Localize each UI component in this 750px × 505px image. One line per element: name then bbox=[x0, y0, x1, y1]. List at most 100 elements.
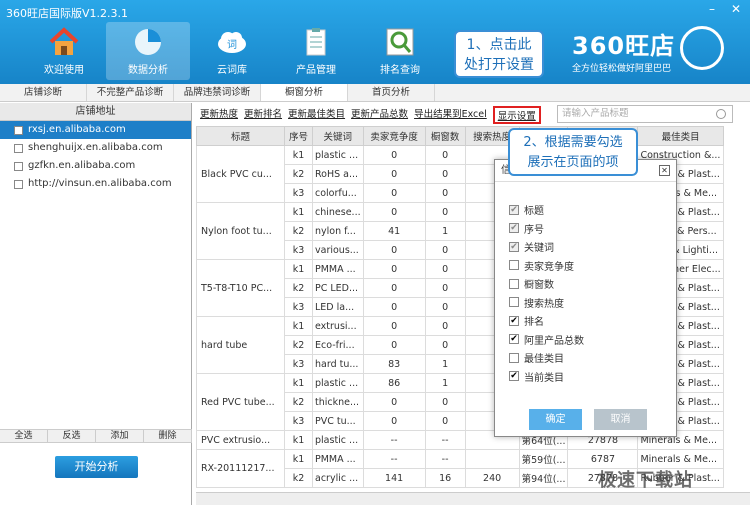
store-url: gzfkn.en.alibaba.com bbox=[28, 160, 136, 171]
horizontal-scrollbar[interactable] bbox=[196, 492, 750, 505]
store-action-button[interactable]: 添加 bbox=[96, 430, 144, 442]
nav-pie-chart[interactable]: 数据分析 bbox=[106, 22, 190, 80]
option-6[interactable]: ✔ 排名 bbox=[509, 313, 544, 328]
option-checkbox[interactable] bbox=[509, 352, 519, 363]
option-checkbox[interactable]: ✔ bbox=[509, 204, 519, 215]
table-cell: thickne... bbox=[312, 392, 364, 412]
toolbar-link[interactable]: 更新最佳类目 bbox=[288, 106, 345, 124]
table-cell: 86 bbox=[362, 373, 426, 393]
store-action-button[interactable]: 反选 bbox=[48, 430, 96, 442]
store-action-button[interactable]: 删除 bbox=[144, 430, 192, 442]
nav-cloud[interactable]: 词云词库 bbox=[190, 22, 274, 80]
ok-button[interactable]: 确定 bbox=[529, 409, 582, 430]
column-header[interactable]: 橱窗数 bbox=[424, 126, 466, 146]
table-cell: -- bbox=[424, 449, 466, 469]
option-4[interactable]: 橱窗数 bbox=[509, 276, 554, 291]
option-2[interactable]: ✔ 关键词 bbox=[509, 239, 554, 254]
table-cell: 第94位(... bbox=[518, 468, 569, 488]
column-header[interactable]: 卖家竞争度 bbox=[362, 126, 426, 146]
display-settings-link[interactable]: 显示设置 bbox=[492, 106, 541, 124]
tab-2[interactable]: 品牌违禁词诊断 bbox=[174, 84, 261, 101]
option-checkbox[interactable] bbox=[509, 278, 519, 289]
toolbar-link[interactable]: 更新产品总数 bbox=[351, 106, 408, 124]
svg-text:词: 词 bbox=[227, 39, 237, 51]
nav-home[interactable]: 欢迎使用 bbox=[22, 22, 106, 80]
store-item[interactable]: rxsj.en.alibaba.com bbox=[0, 121, 191, 139]
product-search-input[interactable]: 请输入产品标题 bbox=[557, 105, 733, 123]
option-checkbox[interactable]: ✔ bbox=[509, 334, 519, 344]
logo-slogan: 全方位轻松做好阿里巴巴 bbox=[572, 64, 672, 74]
table-cell: acrylic ... bbox=[312, 468, 364, 488]
option-checkbox[interactable] bbox=[509, 260, 519, 270]
option-3[interactable]: 卖家竞争度 bbox=[509, 258, 574, 273]
option-checkbox[interactable]: ✔ bbox=[509, 315, 519, 326]
store-item[interactable]: http://vinsun.en.alibaba.com bbox=[0, 175, 191, 193]
toolbar-link[interactable]: 更新热度 bbox=[200, 106, 238, 124]
table-cell: various... bbox=[312, 240, 364, 260]
option-checkbox[interactable]: ✔ bbox=[509, 223, 519, 233]
callout-step1: 1、点击此 处打开设置 bbox=[454, 30, 544, 78]
pie-chart-icon bbox=[131, 26, 165, 58]
table-cell: k1 bbox=[284, 430, 313, 450]
toolbar-link[interactable]: 导出结果到Excel bbox=[414, 106, 487, 124]
table-cell: chinese... bbox=[312, 202, 364, 222]
table-cell: 0 bbox=[424, 392, 466, 412]
nav-label: 排名查询 bbox=[380, 65, 420, 76]
option-0[interactable]: ✔ 标题 bbox=[509, 202, 544, 217]
nav-magnifier-chart[interactable]: 排名查询 bbox=[358, 22, 442, 80]
option-label: 标题 bbox=[524, 206, 544, 217]
table-cell: 0 bbox=[424, 259, 466, 279]
tab-0[interactable]: 店铺诊断 bbox=[0, 84, 87, 101]
table-cell: 0 bbox=[362, 164, 426, 184]
option-label: 当前类目 bbox=[524, 372, 564, 384]
minimize-icon[interactable]: – bbox=[702, 2, 722, 16]
option-checkbox[interactable]: ✔ bbox=[509, 371, 519, 381]
option-checkbox[interactable]: ✔ bbox=[509, 241, 519, 252]
store-url: shenghuijx.en.alibaba.com bbox=[28, 142, 163, 153]
option-5[interactable]: 搜索热度 bbox=[509, 295, 564, 310]
table-cell: k2 bbox=[284, 278, 313, 298]
toolbar-link[interactable]: 更新排名 bbox=[244, 106, 282, 124]
option-label: 序号 bbox=[524, 224, 544, 236]
nav-label: 产品管理 bbox=[296, 65, 336, 76]
table-cell: -- bbox=[362, 449, 426, 469]
table-cell: 第59位(... bbox=[518, 449, 569, 469]
dialog-close-icon[interactable]: ✕ bbox=[659, 165, 670, 176]
table-cell: hard tu... bbox=[312, 354, 364, 374]
callout-step1-line1: 1、点击此 bbox=[466, 37, 532, 53]
magnifier-chart-icon bbox=[383, 26, 417, 58]
option-9[interactable]: ✔ 当前类目 bbox=[509, 369, 564, 384]
table-cell: k3 bbox=[284, 240, 313, 260]
option-8[interactable]: 最佳类目 bbox=[509, 350, 564, 365]
table-cell: 0 bbox=[362, 411, 426, 431]
option-checkbox[interactable] bbox=[509, 297, 519, 307]
column-header[interactable]: 序号 bbox=[284, 126, 313, 146]
column-header[interactable]: 标题 bbox=[196, 126, 285, 146]
start-analysis-button[interactable]: 开始分析 bbox=[55, 456, 138, 478]
window-controls: – ✕ bbox=[702, 2, 746, 16]
table-cell: 0 bbox=[362, 297, 426, 317]
store-action-button[interactable]: 全选 bbox=[0, 430, 48, 442]
table-cell: extrusi... bbox=[312, 316, 364, 336]
option-1[interactable]: ✔ 序号 bbox=[509, 221, 544, 236]
callout-step2-line2: 展示在页面的项 bbox=[527, 155, 619, 170]
store-checkbox[interactable] bbox=[14, 161, 23, 171]
column-header[interactable]: 关键词 bbox=[312, 126, 364, 146]
store-checkbox[interactable] bbox=[14, 179, 23, 189]
tab-3[interactable]: 橱窗分析 bbox=[261, 84, 348, 101]
column-header[interactable]: 最佳类目 bbox=[637, 126, 724, 146]
store-checkbox[interactable] bbox=[14, 125, 23, 135]
tab-1[interactable]: 不完整产品诊断 bbox=[87, 84, 174, 101]
store-item[interactable]: gzfkn.en.alibaba.com bbox=[0, 157, 191, 175]
store-checkbox[interactable] bbox=[14, 143, 23, 153]
option-7[interactable]: ✔ 阿里产品总数 bbox=[509, 332, 584, 347]
cancel-button[interactable]: 取消 bbox=[594, 409, 647, 430]
store-item[interactable]: shenghuijx.en.alibaba.com bbox=[0, 139, 191, 157]
logo: 360旺店 全方位轻松做好阿里巴巴 bbox=[572, 26, 675, 74]
home-icon bbox=[47, 26, 81, 58]
close-icon[interactable]: ✕ bbox=[726, 2, 746, 16]
tab-4[interactable]: 首页分析 bbox=[348, 84, 435, 101]
search-icon[interactable] bbox=[716, 109, 726, 119]
nav-clipboard[interactable]: 产品管理 bbox=[274, 22, 358, 80]
table-cell: 0 bbox=[424, 145, 466, 165]
